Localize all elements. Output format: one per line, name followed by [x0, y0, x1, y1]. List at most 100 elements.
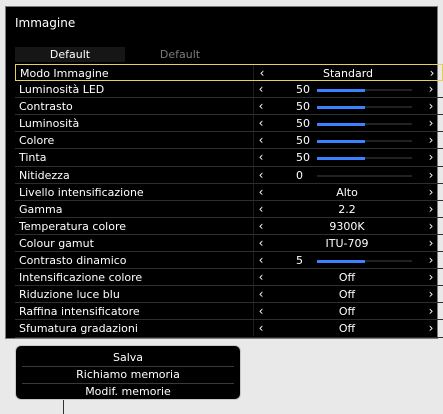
chevron-left-icon[interactable]: ‹ — [255, 167, 267, 184]
chevron-left-icon[interactable]: ‹ — [255, 184, 267, 201]
setting-value: Standard — [322, 67, 374, 80]
setting-value: 2.2 — [338, 202, 356, 216]
setting-label: Gamma — [19, 202, 63, 216]
tab-default-active[interactable]: Default — [15, 47, 125, 62]
setting-value: Off — [338, 288, 356, 302]
setting-row[interactable]: Intensificazione colore ‹ Off › — [15, 269, 443, 287]
slider-fill — [317, 259, 365, 263]
chevron-right-icon[interactable]: › — [425, 115, 437, 132]
menu-item-save[interactable]: Salva — [22, 350, 234, 367]
slider-fill — [317, 139, 365, 143]
slider-track[interactable] — [317, 259, 412, 263]
chevron-right-icon[interactable]: › — [426, 65, 438, 82]
setting-value: Off — [338, 322, 356, 336]
setting-row[interactable]: Tinta ‹ 50 › — [15, 149, 443, 167]
setting-label: Luminosità LED — [19, 83, 105, 97]
chevron-left-icon[interactable]: ‹ — [255, 303, 267, 320]
slider-track[interactable] — [317, 105, 412, 109]
chevron-left-icon[interactable]: ‹ — [255, 98, 267, 115]
setting-row[interactable]: Colour gamut ‹ ITU-709 › — [15, 235, 443, 253]
chevron-left-icon[interactable]: ‹ — [255, 320, 267, 337]
setting-row[interactable]: Colore ‹ 50 › — [15, 132, 443, 150]
setting-row[interactable]: Contrasto dinamico ‹ 5 › — [15, 252, 443, 270]
chevron-left-icon[interactable]: ‹ — [255, 132, 267, 149]
setting-value: Off — [338, 305, 356, 319]
setting-label: Livello intensificazione — [19, 185, 144, 199]
chevron-left-icon[interactable]: ‹ — [255, 115, 267, 132]
memory-menu: Salva Richiamo memoria Modif. memorie — [15, 345, 241, 400]
chevron-left-icon[interactable]: ‹ — [255, 149, 267, 166]
setting-row[interactable]: Raffina intensificatore ‹ Off › — [15, 303, 443, 321]
setting-label: Luminosità — [19, 117, 80, 131]
setting-label: Riduzione luce blu — [19, 288, 120, 302]
slider-track[interactable] — [317, 139, 412, 143]
setting-label: Temperatura colore — [19, 219, 127, 233]
chevron-left-icon[interactable]: ‹ — [256, 65, 268, 82]
panel-title: Immagine — [15, 16, 76, 30]
slider-fill — [317, 105, 365, 109]
chevron-right-icon[interactable]: › — [425, 320, 437, 337]
setting-value: ITU-709 — [325, 236, 369, 250]
setting-value: 50 — [296, 151, 310, 165]
setting-row[interactable]: Luminosità ‹ 50 › — [15, 115, 443, 133]
setting-row[interactable]: Temperatura colore ‹ 9300K › — [15, 218, 443, 235]
setting-label: Contrasto — [19, 100, 73, 114]
setting-value: Alto — [336, 185, 358, 199]
setting-row[interactable]: Livello intensificazione ‹ Alto › — [15, 184, 443, 201]
tab-default-inactive[interactable]: Default — [125, 47, 235, 62]
chevron-left-icon[interactable]: ‹ — [255, 81, 267, 98]
menu-connector-line — [63, 400, 64, 414]
chevron-right-icon[interactable]: › — [425, 98, 437, 115]
chevron-right-icon[interactable]: › — [425, 269, 437, 286]
chevron-left-icon[interactable]: ‹ — [255, 218, 267, 235]
setting-row[interactable]: Sfumatura gradazioni ‹ Off › — [15, 320, 443, 338]
chevron-right-icon[interactable]: › — [425, 167, 437, 184]
slider-fill — [317, 156, 365, 160]
setting-label: Colour gamut — [19, 236, 94, 250]
setting-row[interactable]: Nitidezza ‹ 0 › — [15, 167, 443, 184]
setting-row[interactable]: Contrasto ‹ 50 › — [15, 98, 443, 116]
setting-label: Sfumatura gradazioni — [19, 322, 138, 336]
chevron-left-icon[interactable]: ‹ — [255, 269, 267, 286]
chevron-right-icon[interactable]: › — [425, 286, 437, 303]
chevron-right-icon[interactable]: › — [425, 303, 437, 320]
chevron-right-icon[interactable]: › — [425, 184, 437, 201]
chevron-right-icon[interactable]: › — [425, 201, 437, 218]
setting-value: 50 — [296, 83, 310, 97]
setting-label: Nitidezza — [19, 168, 70, 182]
setting-row[interactable]: Riduzione luce blu ‹ Off › — [15, 286, 443, 304]
setting-label: Contrasto dinamico — [19, 254, 127, 268]
menu-item-edit-memories[interactable]: Modif. memorie — [22, 384, 234, 400]
chevron-right-icon[interactable]: › — [425, 149, 437, 166]
slider-track[interactable] — [317, 174, 412, 177]
chevron-left-icon[interactable]: ‹ — [255, 252, 267, 269]
slider-track[interactable] — [317, 88, 412, 92]
chevron-left-icon[interactable]: ‹ — [255, 286, 267, 303]
setting-value: 50 — [296, 117, 310, 131]
chevron-right-icon[interactable]: › — [425, 235, 437, 252]
chevron-right-icon[interactable]: › — [425, 252, 437, 269]
setting-value: 9300K — [329, 219, 365, 233]
slider-track[interactable] — [317, 156, 412, 160]
slider-fill — [317, 88, 365, 92]
slider-track[interactable] — [317, 122, 412, 126]
slider-fill — [317, 122, 365, 126]
setting-row[interactable]: Luminosità LED ‹ 50 › — [15, 81, 443, 99]
settings-list: Modo Immagine ‹ Standard › Luminosità LED ‹ 50… — [15, 64, 443, 338]
chevron-left-icon[interactable]: ‹ — [255, 201, 267, 218]
setting-label: Tinta — [19, 151, 47, 165]
setting-label: Raffina intensificatore — [19, 305, 140, 319]
chevron-right-icon[interactable]: › — [425, 132, 437, 149]
setting-value: 50 — [296, 134, 310, 148]
chevron-right-icon[interactable]: › — [425, 81, 437, 98]
picture-settings-panel: Immagine Default Default Modo Immagine ‹ S… — [5, 6, 443, 339]
setting-value: 0 — [296, 168, 303, 182]
setting-row[interactable]: Gamma ‹ 2.2 › — [15, 201, 443, 218]
setting-row[interactable]: Modo Immagine ‹ Standard › — [15, 64, 443, 82]
chevron-left-icon[interactable]: ‹ — [255, 235, 267, 252]
setting-value: 5 — [296, 254, 303, 268]
chevron-right-icon[interactable]: › — [425, 218, 437, 235]
setting-value: Off — [338, 271, 356, 285]
setting-value: 50 — [296, 100, 310, 114]
menu-item-recall-memory[interactable]: Richiamo memoria — [22, 367, 234, 384]
